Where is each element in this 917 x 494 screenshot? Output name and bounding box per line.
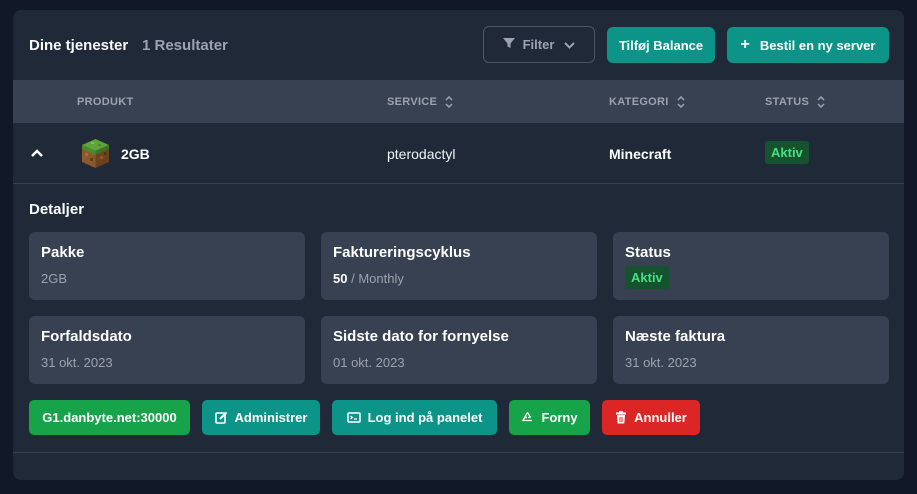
- login-panel-label: Log ind på panelet: [367, 410, 483, 425]
- recycle-icon: [521, 411, 534, 424]
- order-server-label: Bestil en ny server: [759, 37, 876, 53]
- filter-button[interactable]: Filter: [483, 26, 595, 63]
- divider: [13, 452, 904, 453]
- status-badge: Aktiv: [765, 141, 809, 164]
- billing-cycle-label: Faktureringscyklus: [333, 244, 471, 261]
- terminal-icon: [346, 412, 361, 423]
- minecraft-grass-block-icon: [81, 138, 110, 169]
- billing-amount: 50: [333, 271, 348, 286]
- add-balance-button[interactable]: Tilføj Balance: [607, 27, 715, 63]
- filter-label: Filter: [522, 37, 555, 52]
- package-tile: Pakke 2GB: [29, 232, 305, 300]
- result-count: 1 Resultater: [142, 37, 228, 54]
- server-address-button[interactable]: G1.danbyte.net:30000: [29, 400, 190, 435]
- billing-cycle-tile: Faktureringscyklus 50 / Monthly: [321, 232, 597, 300]
- table-row[interactable]: 2GB pterodactyl Minecraft Aktiv: [13, 123, 904, 184]
- services-card: Dine tjenester 1 Resultater Filter Tilfø…: [13, 10, 904, 480]
- column-header-product: PRODUKT: [77, 96, 134, 108]
- card-header: Dine tjenester 1 Resultater Filter Tilfø…: [13, 10, 904, 80]
- billing-cycle: / Monthly: [351, 271, 404, 286]
- cancel-label: Annuller: [634, 410, 687, 425]
- details-title: Detaljer: [29, 201, 85, 218]
- table-header: PRODUKT SERVICE KATEGORI STATUS: [13, 80, 904, 123]
- package-value: 2GB: [41, 271, 68, 286]
- due-date-label: Forfaldsdato: [41, 328, 132, 345]
- column-header-category[interactable]: KATEGORI: [609, 96, 685, 108]
- trash-icon: [615, 411, 627, 424]
- renew-button[interactable]: Forny: [509, 400, 590, 435]
- edit-icon: [214, 411, 228, 424]
- order-server-button[interactable]: + Bestil en ny server: [727, 27, 889, 63]
- category-cell: Minecraft: [609, 146, 672, 162]
- sort-icon: [445, 96, 453, 108]
- last-renewal-label: Sidste dato for fornyelse: [333, 328, 509, 345]
- chevron-up-icon[interactable]: [30, 145, 44, 163]
- status-label: Status: [625, 244, 671, 261]
- manage-button[interactable]: Administrer: [202, 400, 320, 435]
- renew-label: Forny: [541, 410, 578, 425]
- chevron-down-icon: [564, 37, 576, 52]
- next-invoice-label: Næste faktura: [625, 328, 726, 345]
- due-date-value: 31 okt. 2023: [41, 355, 113, 370]
- plus-icon: +: [740, 36, 750, 53]
- billing-cycle-value: 50 / Monthly: [333, 271, 404, 286]
- page-title: Dine tjenester: [29, 37, 129, 54]
- login-panel-button[interactable]: Log ind på panelet: [332, 400, 497, 435]
- column-header-status[interactable]: STATUS: [765, 96, 825, 108]
- status-badge: Aktiv: [625, 266, 669, 289]
- last-renewal-value: 01 okt. 2023: [333, 355, 405, 370]
- service-cell: pterodactyl: [387, 146, 456, 162]
- last-renewal-tile: Sidste dato for fornyelse 01 okt. 2023: [321, 316, 597, 384]
- sort-icon: [677, 96, 685, 108]
- sort-icon: [817, 96, 825, 108]
- cancel-button[interactable]: Annuller: [602, 400, 700, 435]
- due-date-tile: Forfaldsdato 31 okt. 2023: [29, 316, 305, 384]
- next-invoice-value: 31 okt. 2023: [625, 355, 697, 370]
- next-invoice-tile: Næste faktura 31 okt. 2023: [613, 316, 889, 384]
- package-label: Pakke: [41, 244, 85, 261]
- manage-label: Administrer: [234, 410, 308, 425]
- status-tile: Status Aktiv: [613, 232, 889, 300]
- column-header-service[interactable]: SERVICE: [387, 96, 453, 108]
- product-name: 2GB: [121, 146, 150, 162]
- funnel-icon: [502, 37, 515, 52]
